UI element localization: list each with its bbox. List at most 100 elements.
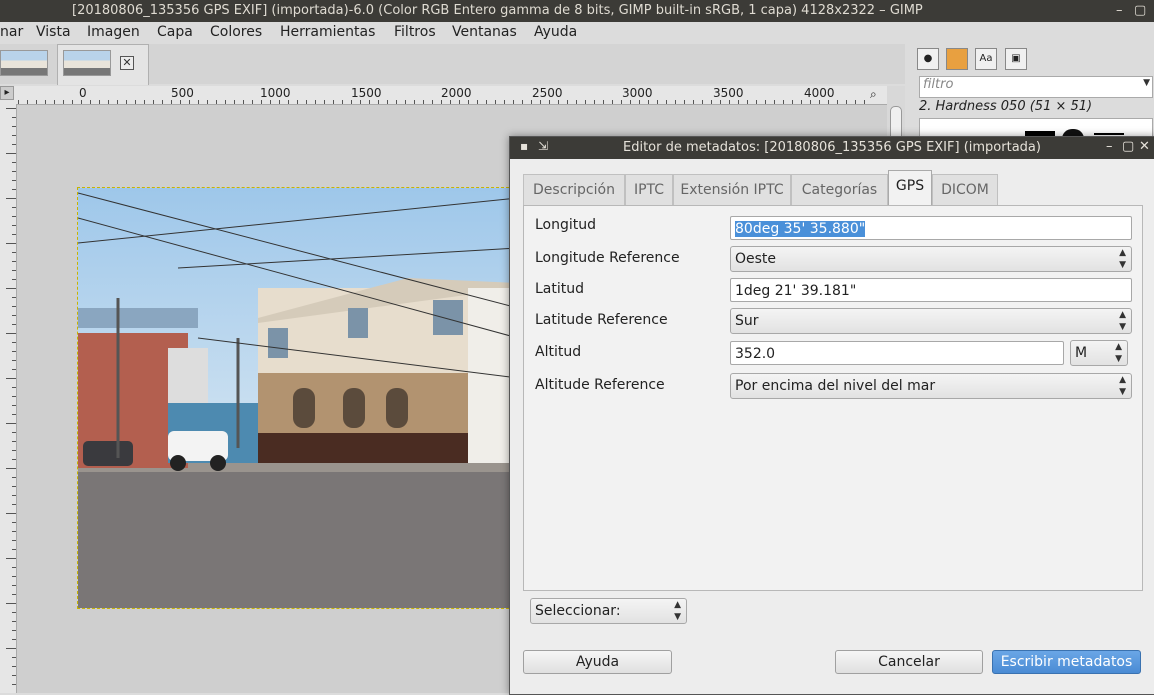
ruler-tick [12,396,16,397]
ruler-tick [225,100,226,104]
ruler-tick [513,100,514,104]
ruler-tick [12,675,16,676]
menu-item-filters[interactable]: Filtros [394,24,436,40]
tab-descripcion[interactable]: Descripción [523,174,625,206]
tab-iptc[interactable]: IPTC [625,174,673,206]
ruler-tick [774,100,775,104]
select-dropdown[interactable]: Seleccionar: ▲ ▼ [530,598,687,624]
ruler-tick [360,100,361,104]
ruler-tick [12,324,16,325]
latitude-field[interactable]: 1deg 21' 39.181" [730,278,1132,302]
ruler-label: 3000 [622,86,653,100]
tab-iptc-extension[interactable]: Extensión IPTC [673,174,791,206]
menu-item-tools[interactable]: Herramientas [280,24,375,40]
brushes-tab-icon[interactable]: ● [917,48,939,70]
ruler-tick [216,100,217,104]
ruler-tick [6,648,16,649]
minimize-icon[interactable]: – [1116,3,1123,18]
menu-item-file[interactable]: nar [0,24,23,40]
ruler-tick [801,100,802,104]
ruler-tick [639,100,640,104]
menu-item-windows[interactable]: Ventanas [452,24,517,40]
ruler-tick [540,100,541,104]
altitude-field[interactable]: 352.0 [730,341,1064,365]
menu-item-colors[interactable]: Colores [210,24,262,40]
tab-gps[interactable]: GPS [888,170,932,207]
close-tab-icon[interactable]: ✕ [120,56,134,70]
spin-arrows-icon: ▲ ▼ [1119,310,1126,332]
ruler-tick [117,100,118,104]
altitude-ref-label: Altitude Reference [535,377,665,393]
ruler-tick [396,100,397,104]
ruler-tick [864,100,865,104]
ruler-tick [603,100,604,104]
ruler-tick [459,100,460,104]
images-tab-icon[interactable]: ▣ [1005,48,1027,70]
ruler-tick [108,100,109,104]
ruler-tick [756,100,757,104]
ruler-tick [711,100,712,104]
latitude-ref-select[interactable]: Sur ▲ ▼ [730,308,1132,334]
ruler-tick [6,288,16,289]
menu-item-layer[interactable]: Capa [157,24,193,40]
ruler-tick [261,100,262,104]
ruler-tick [18,100,19,104]
tab-dicom[interactable]: DICOM [932,174,998,206]
ruler-tick [99,100,100,104]
cancel-button[interactable]: Cancelar [835,650,983,674]
spin-arrows-icon: ▲ ▼ [1119,375,1126,397]
ruler-label: 2000 [441,86,472,100]
ruler-tick [12,684,16,685]
spin-arrows-icon: ▲ ▼ [1119,248,1126,270]
ruler-tick [36,100,37,104]
ruler-tick [738,100,739,104]
write-metadata-button[interactable]: Escribir metadatos [992,650,1141,674]
help-button[interactable]: Ayuda [523,650,672,674]
ruler-tick [6,198,16,199]
ruler-tick [12,531,16,532]
ruler-tick [585,100,586,104]
tab-categorias[interactable]: Categorías [791,174,888,206]
spin-arrows-icon: ▲ ▼ [674,600,681,622]
ruler-label: 500 [171,86,194,100]
ruler-label: 2500 [532,86,563,100]
patterns-tab-icon[interactable] [946,48,968,70]
close-icon[interactable]: ✕ [1139,139,1150,154]
window-menu-icon[interactable]: ▪ [520,139,528,153]
pin-icon[interactable]: ⇲ [538,139,548,153]
ruler-tick [12,252,16,253]
menu-item-view[interactable]: Vista [36,24,71,40]
maximize-icon[interactable]: ▢ [1122,139,1134,154]
filter-dropdown-icon[interactable]: ▼ [1143,78,1150,88]
ruler-tick [12,657,16,658]
menu-item-help[interactable]: Ayuda [534,24,577,40]
ruler-tick [567,100,568,104]
ruler-tick [315,100,316,104]
ruler-tick [369,100,370,104]
filter-input[interactable]: filtro ▼ [919,76,1153,98]
latitude-ref-value: Sur [735,313,759,329]
ruler-tick [297,100,298,104]
ruler-tick [45,100,46,104]
ruler-tick [747,100,748,104]
image-tab-thumbnail-2[interactable] [63,50,111,76]
minimize-icon[interactable]: – [1106,139,1113,154]
image-tab-thumbnail-1[interactable] [0,50,48,76]
ruler-corner-icon[interactable]: ▸ [0,86,14,100]
maximize-icon[interactable]: ▢ [1134,3,1146,18]
fonts-tab-icon[interactable]: Aa [975,48,997,70]
altitude-unit-select[interactable]: M ▲ ▼ [1070,340,1128,366]
zoom-icon[interactable]: ⌕ [870,87,877,102]
altitude-ref-select[interactable]: Por encima del nivel del mar ▲ ▼ [730,373,1132,399]
ruler-tick [342,100,343,104]
longitude-field[interactable]: 80deg 35' 35.880" [730,216,1132,240]
metadata-editor-dialog: ▪ ⇲ Editor de metadatos: [20180806_13535… [509,136,1154,695]
longitude-ref-select[interactable]: Oeste ▲ ▼ [730,246,1132,272]
ruler-tick [12,405,16,406]
latitude-ref-label: Latitude Reference [535,312,668,328]
ruler-tick [12,342,16,343]
ruler-tick [12,432,16,433]
menu-item-image[interactable]: Imagen [87,24,140,40]
image-canvas[interactable] [77,187,519,609]
vertical-ruler [0,104,17,693]
